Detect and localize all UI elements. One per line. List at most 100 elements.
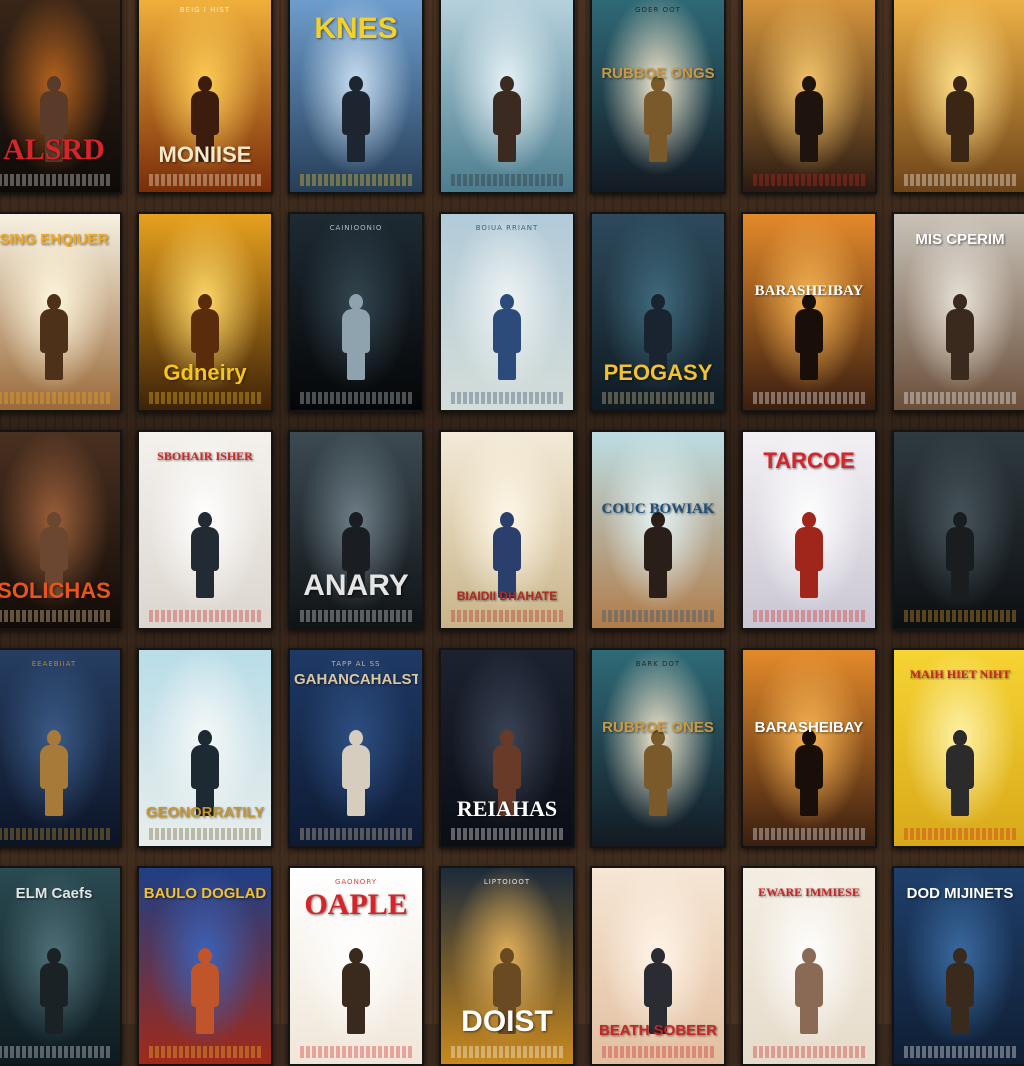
poster-figure <box>943 76 977 162</box>
movie-poster: TAPP AL SS GAHANCAHALST <box>288 648 424 848</box>
movie-poster: REIAHAS <box>439 648 575 848</box>
poster-figure <box>943 512 977 598</box>
poster-credits-block <box>0 828 110 840</box>
poster-tagline: EEAEBIIAT <box>31 660 77 668</box>
poster-title: TARCOE <box>763 450 855 473</box>
poster-credits-block <box>451 828 563 840</box>
poster-title: OAPLE <box>304 890 408 921</box>
poster-title: MIS CPERIM <box>915 232 1005 248</box>
poster-credits-block <box>602 174 714 186</box>
poster-title: Gdneiry <box>163 361 247 384</box>
poster-figure <box>339 948 373 1034</box>
poster-title: GAHANCAHALST <box>294 672 418 688</box>
movie-poster <box>741 0 877 194</box>
poster-figure <box>490 76 524 162</box>
poster-title: BARASHEIBAY <box>754 720 864 736</box>
poster-credits-block <box>0 1046 110 1058</box>
poster-title: BEATH SOBEER <box>598 1022 718 1038</box>
poster-title: MAIH HIET NIHT <box>909 668 1011 681</box>
poster-credits-block <box>300 1046 412 1058</box>
poster-figure <box>339 76 373 162</box>
poster-figure <box>792 76 826 162</box>
movie-poster: ELM Caefs <box>0 866 122 1066</box>
poster-tagline: CAINIOONIO <box>329 224 383 232</box>
poster-credits-block <box>149 610 261 622</box>
poster-credits-block <box>753 174 865 186</box>
movie-poster: SOLICHAS <box>0 430 122 630</box>
movie-poster: COUC BOWIAK <box>590 430 726 630</box>
poster-title: BARASHEIBAY <box>754 284 864 299</box>
poster-figure <box>37 730 71 816</box>
poster-title: REIAHAS <box>456 797 558 820</box>
poster-title: DOD MIJINETS <box>906 886 1014 902</box>
poster-figure <box>339 730 373 816</box>
poster-tagline: GOER OOT <box>635 6 681 14</box>
poster-credits-block <box>904 828 1016 840</box>
poster-figure <box>641 730 675 816</box>
movie-poster: EWARE IMMIESE <box>741 866 877 1066</box>
poster-title: ANARY <box>303 571 409 602</box>
poster-credits-block <box>904 610 1016 622</box>
poster-credits-block <box>602 610 714 622</box>
movie-poster: DOD MIJINETS <box>892 866 1024 1066</box>
poster-title: GEONORRATILY <box>145 804 265 820</box>
poster-title: MONIISE <box>158 143 252 166</box>
poster-title: ELM Caefs <box>15 886 93 902</box>
poster-title: PEOGASY <box>603 361 713 384</box>
poster-credits-block <box>0 174 110 186</box>
poster-credits-block <box>753 392 865 404</box>
movie-poster: GOER OOT RUBBOE ONGS <box>590 0 726 194</box>
poster-tagline: LIPTOIOOT <box>483 878 531 886</box>
poster-figure <box>641 76 675 162</box>
poster-credits-block <box>602 392 714 404</box>
movie-poster: Gdneiry <box>137 212 273 412</box>
poster-credits-block <box>300 392 412 404</box>
movie-poster: SBOHAIR ISHER <box>137 430 273 630</box>
movie-poster: BIAIDII DHAHATE <box>439 430 575 630</box>
poster-title: RUBBOE ONGS <box>601 66 715 82</box>
movie-poster: TARCOE <box>741 430 877 630</box>
poster-credits-block <box>0 610 110 622</box>
movie-poster: MIS CPERIM <box>892 212 1024 412</box>
poster-credits-block <box>149 392 261 404</box>
poster-credits-block <box>149 174 261 186</box>
poster-figure <box>188 948 222 1034</box>
movie-poster: BOIUA RRIANT <box>439 212 575 412</box>
poster-tagline: BEIG I HIST <box>179 6 231 14</box>
poster-credits-block <box>300 174 412 186</box>
poster-figure <box>792 948 826 1034</box>
poster-title: KNES <box>314 14 398 45</box>
movie-poster <box>439 0 575 194</box>
poster-title: SING EHQIUER <box>0 232 109 248</box>
poster-credits-block <box>300 610 412 622</box>
poster-credits-block <box>904 174 1016 186</box>
poster-title: BIAIDII DHAHATE <box>456 589 558 602</box>
movie-poster: PEOGASY <box>590 212 726 412</box>
movie-poster: BARASHEIBAY <box>741 648 877 848</box>
poster-credits-block <box>904 392 1016 404</box>
poster-figure <box>490 512 524 598</box>
poster-credits-block <box>602 828 714 840</box>
movie-poster: CAINIOONIO <box>288 212 424 412</box>
poster-figure <box>641 948 675 1034</box>
poster-title: SOLICHAS <box>0 579 111 602</box>
poster-credits-block <box>602 1046 714 1058</box>
poster-title: BAULO DOGLAD <box>143 886 267 902</box>
poster-tagline: GAONORY <box>334 878 378 886</box>
poster-credits-block <box>300 828 412 840</box>
poster-credits-block <box>451 174 563 186</box>
poster-figure <box>37 948 71 1034</box>
poster-figure <box>490 294 524 380</box>
movie-poster: ALSRD <box>0 0 122 194</box>
poster-credits-block <box>753 1046 865 1058</box>
poster-figure <box>37 294 71 380</box>
poster-figure <box>792 730 826 816</box>
poster-title: EWARE IMMIESE <box>758 886 860 899</box>
movie-poster: GEONORRATILY <box>137 648 273 848</box>
poster-figure <box>792 512 826 598</box>
poster-tagline: BOIUA RRIANT <box>475 224 539 232</box>
poster-grid: ALSRD BEIG I HIST MONIISE KNES GOER OOT RUBBO… <box>0 0 1024 1066</box>
poster-credits-block <box>0 392 110 404</box>
poster-credits-block <box>149 828 261 840</box>
movie-poster: MAIH HIET NIHT <box>892 648 1024 848</box>
